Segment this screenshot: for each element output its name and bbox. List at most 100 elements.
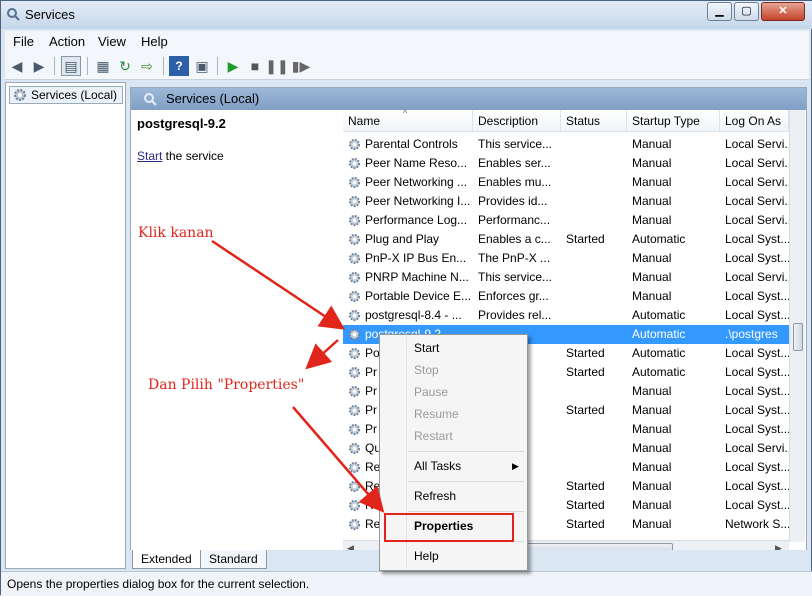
cell-startup: Automatic <box>632 344 720 363</box>
gear-icon <box>348 328 361 341</box>
menu-action[interactable]: Action <box>49 34 85 49</box>
refresh-icon[interactable]: ↻ <box>115 56 135 76</box>
cell-status: Started <box>566 477 626 496</box>
show-hide-pane-icon[interactable]: ▣ <box>192 56 212 76</box>
status-text: Opens the properties dialog box for the … <box>7 577 309 591</box>
tree-item-services-local[interactable]: Services (Local) <box>9 86 123 104</box>
menu-view[interactable]: View <box>98 34 126 49</box>
sort-ascending-icon: ^ <box>403 102 407 124</box>
cell-logon: Local Servi... <box>725 439 789 458</box>
cell-startup: Manual <box>632 287 720 306</box>
cell-status <box>566 268 626 287</box>
column-header-description[interactable]: Description <box>473 110 561 132</box>
cell-startup: Automatic <box>632 325 720 344</box>
title-bar: Services ▁ ▢ ✕ <box>1 1 812 29</box>
table-row[interactable]: Portable Device E...Enforces gr...Manual… <box>343 287 789 306</box>
cell-logon: Local Syst... <box>725 401 789 420</box>
table-row[interactable]: postgresql-8.4 - ...Provides rel...Autom… <box>343 306 789 325</box>
cell-logon: Local Syst... <box>725 382 789 401</box>
menu-item-refresh[interactable]: Refresh <box>382 486 525 506</box>
table-row[interactable]: Peer Name Reso...Enables ser...ManualLoc… <box>343 154 789 173</box>
cell-desc: The PnP-X ... <box>478 249 560 268</box>
cell-logon: Local Syst... <box>725 230 789 249</box>
cell-name: Portable Device E... <box>365 287 471 306</box>
column-header-log-on-as[interactable]: Log On As <box>720 110 789 132</box>
gear-icon <box>348 347 361 360</box>
column-header-name[interactable]: Name ^ <box>343 110 473 132</box>
gear-icon <box>348 480 361 493</box>
export-list-icon[interactable]: ⇨ <box>137 56 157 76</box>
table-row[interactable]: Peer Networking I...Provides id...Manual… <box>343 192 789 211</box>
cell-status <box>566 439 626 458</box>
toolbar-separator <box>54 57 55 75</box>
maximize-button[interactable]: ▢ <box>734 2 759 21</box>
table-row[interactable]: Parental ControlsThis service...ManualLo… <box>343 135 789 154</box>
start-service-link[interactable]: Start <box>137 149 162 163</box>
cell-logon: Local Servi... <box>725 173 789 192</box>
vertical-scroll-thumb[interactable] <box>793 323 803 351</box>
cell-status <box>566 420 626 439</box>
column-header-status[interactable]: Status <box>561 110 627 132</box>
properties-icon[interactable]: ▦ <box>93 56 113 76</box>
gear-icon <box>348 404 361 417</box>
gear-icon <box>348 518 361 531</box>
gear-icon <box>348 271 361 284</box>
menu-item-start[interactable]: Start <box>382 338 525 358</box>
gear-icon <box>348 385 361 398</box>
table-row[interactable]: Performance Log...Performanc...ManualLoc… <box>343 211 789 230</box>
services-icon <box>143 92 157 106</box>
table-row[interactable]: Peer Networking ...Enables mu...ManualLo… <box>343 173 789 192</box>
gear-icon <box>348 290 361 303</box>
services-icon <box>6 7 20 21</box>
table-row[interactable]: PnP-X IP Bus En...The PnP-X ...ManualLoc… <box>343 249 789 268</box>
menu-file[interactable]: File <box>13 34 34 49</box>
menu-item-help[interactable]: Help <box>382 546 525 566</box>
tab-extended[interactable]: Extended <box>132 550 201 569</box>
menu-item-all-tasks[interactable]: All Tasks ▶ <box>382 456 525 476</box>
cell-startup: Manual <box>632 268 720 287</box>
cell-logon: Local Syst... <box>725 344 789 363</box>
pause-service-icon[interactable]: ❚❚ <box>267 56 287 76</box>
menu-item-pause: Pause <box>382 382 525 402</box>
cell-startup: Manual <box>632 192 720 211</box>
menu-separator <box>408 511 524 512</box>
close-button[interactable]: ✕ <box>761 2 805 21</box>
cell-logon: Local Servi... <box>725 192 789 211</box>
menu-help[interactable]: Help <box>141 34 168 49</box>
table-row[interactable]: PNRP Machine N...This service...ManualLo… <box>343 268 789 287</box>
cell-startup: Manual <box>632 249 720 268</box>
cell-name: PnP-X IP Bus En... <box>365 249 471 268</box>
cell-status <box>566 458 626 477</box>
table-row[interactable]: Plug and PlayEnables a c...StartedAutoma… <box>343 230 789 249</box>
cell-startup: Manual <box>632 439 720 458</box>
help-icon[interactable]: ? <box>169 56 189 76</box>
cell-name: Peer Name Reso... <box>365 154 471 173</box>
gear-icon <box>348 499 361 512</box>
cell-startup: Manual <box>632 211 720 230</box>
cell-name: postgresql-8.4 - ... <box>365 306 471 325</box>
forward-arrow-icon[interactable]: ▶ <box>29 56 49 76</box>
gear-icon <box>348 138 361 151</box>
cell-status <box>566 382 626 401</box>
cell-logon: .\postgres <box>725 325 789 344</box>
cell-startup: Manual <box>632 382 720 401</box>
cell-desc: Provides rel... <box>478 306 560 325</box>
tab-standard[interactable]: Standard <box>200 550 267 569</box>
stop-service-icon[interactable]: ■ <box>245 56 265 76</box>
console-tree-icon[interactable]: ▤ <box>61 56 81 76</box>
restart-service-icon[interactable]: ▮▶ <box>291 56 311 76</box>
back-arrow-icon[interactable]: ◀ <box>7 56 27 76</box>
gear-icon <box>13 88 27 102</box>
cell-startup: Automatic <box>632 230 720 249</box>
cell-logon: Local Syst... <box>725 496 789 515</box>
vertical-scrollbar[interactable] <box>789 110 805 542</box>
start-service-icon[interactable]: ▶ <box>223 56 243 76</box>
cell-logon: Local Servi... <box>725 268 789 287</box>
cell-logon: Local Syst... <box>725 363 789 382</box>
cell-status <box>566 192 626 211</box>
column-header-startup-type[interactable]: Startup Type <box>627 110 720 132</box>
gear-icon <box>348 366 361 379</box>
submenu-arrow-icon: ▶ <box>512 456 519 476</box>
column-header-label: Name <box>348 114 380 128</box>
minimize-button[interactable]: ▁ <box>707 2 732 21</box>
